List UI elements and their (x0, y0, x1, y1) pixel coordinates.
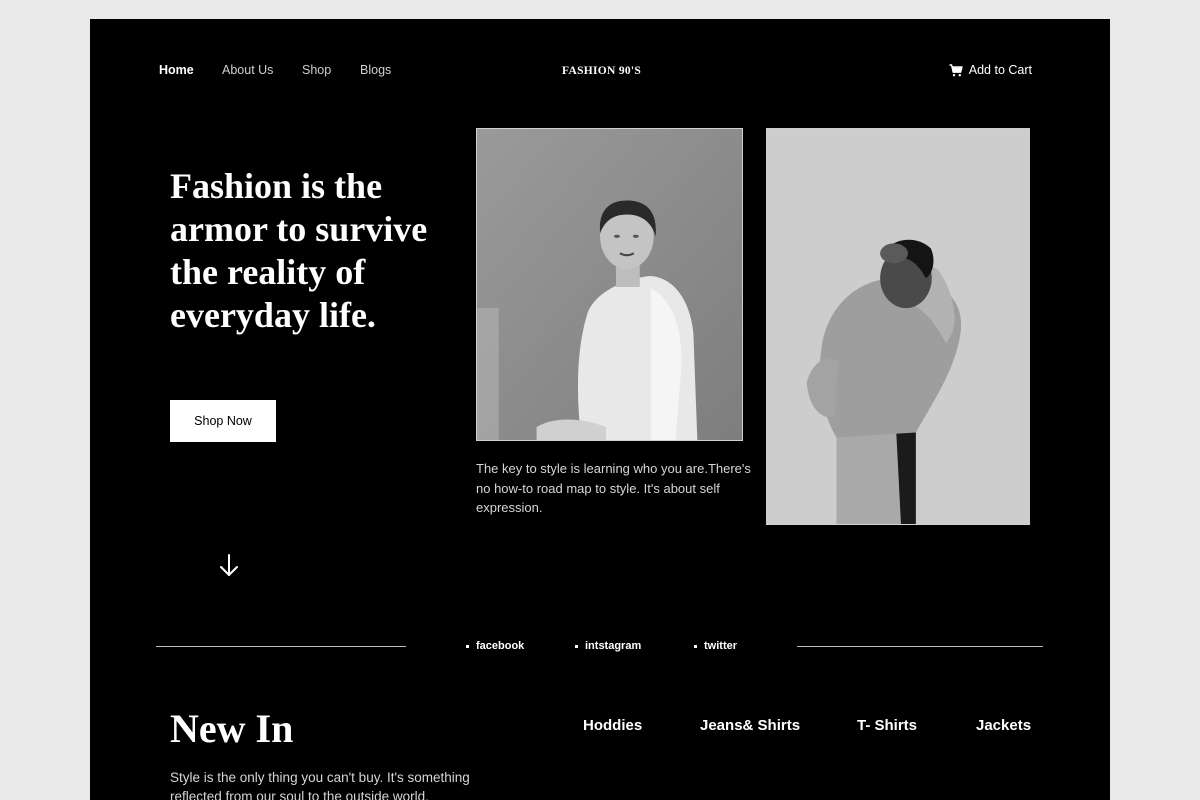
nav-about-link[interactable]: About Us (222, 63, 273, 77)
cart-icon (949, 63, 963, 77)
nav-home-link[interactable]: Home (159, 63, 194, 77)
category-jeans-shirts[interactable]: Jeans& Shirts (700, 717, 800, 734)
category-t-shirts[interactable]: T- Shirts (857, 717, 917, 734)
bullet-icon (575, 644, 578, 648)
category-hoodies[interactable]: Hoddies (583, 717, 642, 734)
hero-headline: Fashion is the armor to survive the real… (170, 166, 428, 335)
social-link-twitter[interactable]: twitter (694, 640, 737, 652)
shop-now-button[interactable]: Shop Now (170, 400, 276, 442)
landing-page: Home About Us Shop Blogs FASHION 90'S Ad… (90, 19, 1110, 800)
new-in-description: Style is the only thing you can't buy. I… (170, 770, 470, 800)
bullet-icon (466, 644, 469, 648)
model-photo-woman (476, 128, 743, 441)
hero-tagline: The key to style is learning who you are… (476, 461, 751, 515)
nav-shop-link[interactable]: Shop (302, 63, 331, 77)
model-photo-man (766, 128, 1030, 525)
bullet-icon (694, 644, 697, 648)
nav-blogs-link[interactable]: Blogs (360, 63, 391, 77)
social-link-facebook[interactable]: facebook (466, 640, 524, 652)
add-to-cart-label: Add to Cart (968, 63, 1032, 77)
divider-left (156, 646, 406, 647)
social-link-instagram[interactable]: intstagram (575, 640, 641, 652)
divider-right (797, 646, 1043, 647)
brand-logo[interactable]: FASHION 90'S (562, 65, 641, 77)
category-jackets[interactable]: Jackets (976, 717, 1031, 734)
arrow-down-icon[interactable] (218, 553, 240, 584)
add-to-cart-button[interactable]: Add to Cart (949, 63, 1032, 77)
new-in-heading: New In (170, 706, 294, 751)
